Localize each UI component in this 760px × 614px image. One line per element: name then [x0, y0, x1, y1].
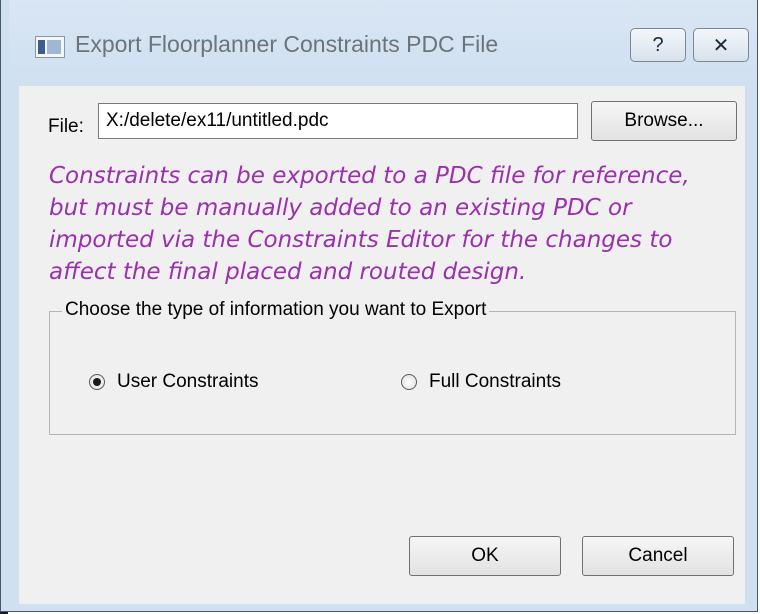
ok-button[interactable]: OK: [409, 536, 561, 576]
user-constraints-radio[interactable]: User Constraints: [89, 371, 259, 393]
radio-unchecked-icon[interactable]: [401, 374, 417, 390]
export-note: Constraints can be exported to a PDC fil…: [49, 163, 690, 285]
cancel-button[interactable]: Cancel: [582, 536, 734, 576]
file-label: File:: [48, 116, 84, 137]
app-icon: [35, 36, 65, 58]
user-constraints-label[interactable]: User Constraints: [117, 371, 259, 393]
full-constraints-label[interactable]: Full Constraints: [429, 371, 561, 393]
window-title: Export Floorplanner Constraints PDC File: [75, 31, 499, 57]
title-bar[interactable]: Export Floorplanner Constraints PDC File…: [9, 0, 757, 88]
radio-checked-icon[interactable]: [89, 374, 105, 390]
dialog-body: File: X:/delete/ex11/untitled.pdc Browse…: [19, 86, 745, 604]
help-button[interactable]: ?: [630, 28, 686, 62]
browse-button[interactable]: Browse...: [591, 101, 737, 141]
help-icon: ?: [652, 33, 664, 56]
export-pdc-dialog: Export Floorplanner Constraints PDC File…: [0, 0, 758, 612]
close-icon: ✕: [712, 34, 730, 57]
file-path-input[interactable]: X:/delete/ex11/untitled.pdc: [98, 103, 578, 139]
close-button[interactable]: ✕: [693, 28, 749, 62]
full-constraints-radio[interactable]: Full Constraints: [401, 371, 561, 393]
export-type-group: Choose the type of information you want …: [49, 299, 736, 435]
export-type-legend: Choose the type of information you want …: [62, 299, 490, 321]
